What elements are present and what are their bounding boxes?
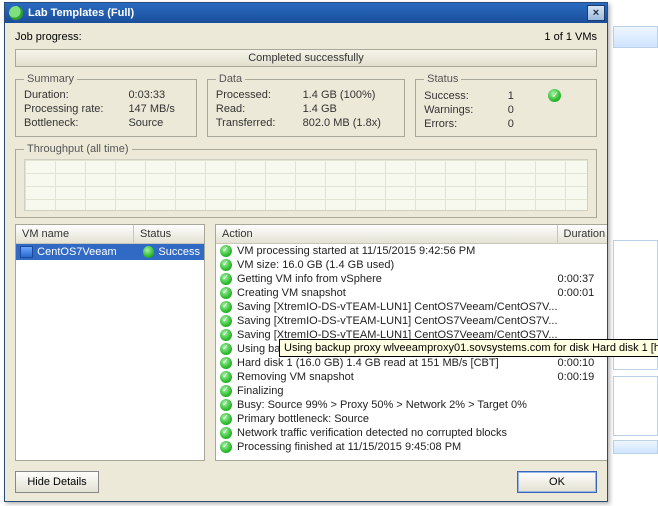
errors-label: Errors: xyxy=(424,118,500,130)
summary-group: Summary Duration: 0:03:33 Processing rat… xyxy=(15,73,197,137)
check-icon xyxy=(220,287,232,299)
background-panel-stripe xyxy=(613,376,658,436)
action-row[interactable]: Saving [XtremIO-DS-vTEAM-LUN1] CentOS7Ve… xyxy=(216,314,607,328)
status-group: Status Success: 1 ✓ Warnings: 0 Errors: … xyxy=(415,73,597,137)
check-icon xyxy=(220,441,232,453)
check-icon xyxy=(220,259,232,271)
action-text: Primary bottleneck: Source xyxy=(237,413,558,425)
check-icon xyxy=(143,246,154,258)
action-row[interactable]: Processing finished at 11/15/2015 9:45:0… xyxy=(216,440,607,454)
errors-value: 0 xyxy=(508,118,541,130)
action-row[interactable]: Getting VM info from vSphere0:00:37 xyxy=(216,272,607,286)
action-row[interactable]: Saving [XtremIO-DS-vTEAM-LUN1] CentOS7Ve… xyxy=(216,300,607,314)
rate-label: Processing rate: xyxy=(24,103,116,115)
job-progress-label: Job progress: xyxy=(15,31,82,43)
background-panel-stripe xyxy=(613,440,658,454)
job-progress-counter: 1 of 1 VMs xyxy=(544,31,597,43)
action-text: Finalizing xyxy=(237,385,558,397)
action-row[interactable]: Primary bottleneck: Source xyxy=(216,412,607,426)
throughput-group: Throughput (all time) xyxy=(15,143,597,218)
check-icon xyxy=(220,343,232,355)
data-legend: Data xyxy=(216,73,245,85)
action-row[interactable]: Network traffic verification detected no… xyxy=(216,426,607,440)
transferred-value: 802.0 MB (1.8x) xyxy=(303,117,397,129)
data-group: Data Processed: 1.4 GB (100%) Read: 1.4 … xyxy=(207,73,405,137)
action-text: Removing VM snapshot xyxy=(237,371,558,383)
tooltip: Using backup proxy wlveeamproxy01.sovsys… xyxy=(279,339,658,357)
action-row[interactable]: VM size: 16.0 GB (1.4 GB used) xyxy=(216,258,607,272)
vm-icon xyxy=(20,246,33,258)
action-row[interactable]: Finalizing xyxy=(216,384,607,398)
vm-list-panel: VM name Status CentOS7Veeam Success xyxy=(15,224,205,461)
check-icon xyxy=(220,371,232,383)
check-icon xyxy=(220,273,232,285)
action-row[interactable]: Removing VM snapshot0:00:19 xyxy=(216,370,607,384)
check-icon xyxy=(220,427,232,439)
hide-details-button[interactable]: Hide Details xyxy=(15,471,99,493)
action-text: Busy: Source 99% > Proxy 50% > Network 2… xyxy=(237,399,558,411)
check-icon xyxy=(220,315,232,327)
check-icon xyxy=(220,399,232,411)
warnings-label: Warnings: xyxy=(424,104,500,116)
success-check-icon: ✓ xyxy=(548,89,561,102)
vm-col-status[interactable]: Status xyxy=(134,225,204,243)
check-icon xyxy=(220,329,232,341)
bottleneck-value: Source xyxy=(128,117,187,129)
check-icon xyxy=(220,301,232,313)
action-row[interactable]: Hard disk 1 (16.0 GB) 1.4 GB read at 151… xyxy=(216,356,607,370)
app-icon xyxy=(9,6,23,20)
processed-label: Processed: xyxy=(216,89,291,101)
titlebar[interactable]: Lab Templates (Full) × xyxy=(5,3,607,23)
action-col-action[interactable]: Action xyxy=(216,225,558,243)
vm-row-name: CentOS7Veeam xyxy=(37,246,141,258)
window-title: Lab Templates (Full) xyxy=(28,7,134,19)
transferred-label: Transferred: xyxy=(216,117,291,129)
status-legend: Status xyxy=(424,73,461,85)
action-text: Processing finished at 11/15/2015 9:45:0… xyxy=(237,441,558,453)
summary-legend: Summary xyxy=(24,73,77,85)
action-text: Getting VM info from vSphere xyxy=(237,273,558,285)
check-icon xyxy=(220,245,232,257)
action-text: Saving [XtremIO-DS-vTEAM-LUN1] CentOS7Ve… xyxy=(237,301,558,313)
action-text: VM processing started at 11/15/2015 9:42… xyxy=(237,245,558,257)
action-duration: 0:00:37 xyxy=(558,273,607,285)
read-value: 1.4 GB xyxy=(303,103,397,115)
success-value: 1 xyxy=(508,90,541,102)
duration-value: 0:03:33 xyxy=(128,89,187,101)
processed-value: 1.4 GB (100%) xyxy=(303,89,397,101)
action-duration: 0:00:01 xyxy=(558,287,607,299)
action-duration: 0:00:10 xyxy=(558,357,607,369)
vm-row-status: Success xyxy=(158,246,200,258)
throughput-chart xyxy=(24,159,588,211)
action-text: Hard disk 1 (16.0 GB) 1.4 GB read at 151… xyxy=(237,357,558,369)
close-button[interactable]: × xyxy=(587,5,605,21)
ok-button[interactable]: OK xyxy=(517,471,597,493)
action-row[interactable]: VM processing started at 11/15/2015 9:42… xyxy=(216,244,607,258)
action-row[interactable]: Busy: Source 99% > Proxy 50% > Network 2… xyxy=(216,398,607,412)
vm-col-name[interactable]: VM name xyxy=(16,225,134,243)
progress-bar-text: Completed successfully xyxy=(248,52,364,64)
success-label: Success: xyxy=(424,90,500,102)
background-toolbar-stripe xyxy=(613,26,658,48)
read-label: Read: xyxy=(216,103,291,115)
action-text: Saving [XtremIO-DS-vTEAM-LUN1] CentOS7Ve… xyxy=(237,315,558,327)
action-duration: 0:00:19 xyxy=(558,371,607,383)
rate-value: 147 MB/s xyxy=(128,103,187,115)
action-col-duration[interactable]: Duration xyxy=(558,225,607,243)
check-icon xyxy=(220,385,232,397)
progress-bar: Completed successfully xyxy=(15,49,597,67)
check-icon xyxy=(220,357,232,369)
check-icon xyxy=(220,413,232,425)
throughput-legend: Throughput (all time) xyxy=(24,143,132,155)
bottleneck-label: Bottleneck: xyxy=(24,117,116,129)
vm-row[interactable]: CentOS7Veeam Success xyxy=(16,244,204,260)
action-row[interactable]: Creating VM snapshot0:00:01 xyxy=(216,286,607,300)
action-text: VM size: 16.0 GB (1.4 GB used) xyxy=(237,259,558,271)
warnings-value: 0 xyxy=(508,104,541,116)
action-text: Network traffic verification detected no… xyxy=(237,427,558,439)
job-dialog: Lab Templates (Full) × Job progress: 1 o… xyxy=(4,2,608,502)
duration-label: Duration: xyxy=(24,89,116,101)
action-text: Creating VM snapshot xyxy=(237,287,558,299)
